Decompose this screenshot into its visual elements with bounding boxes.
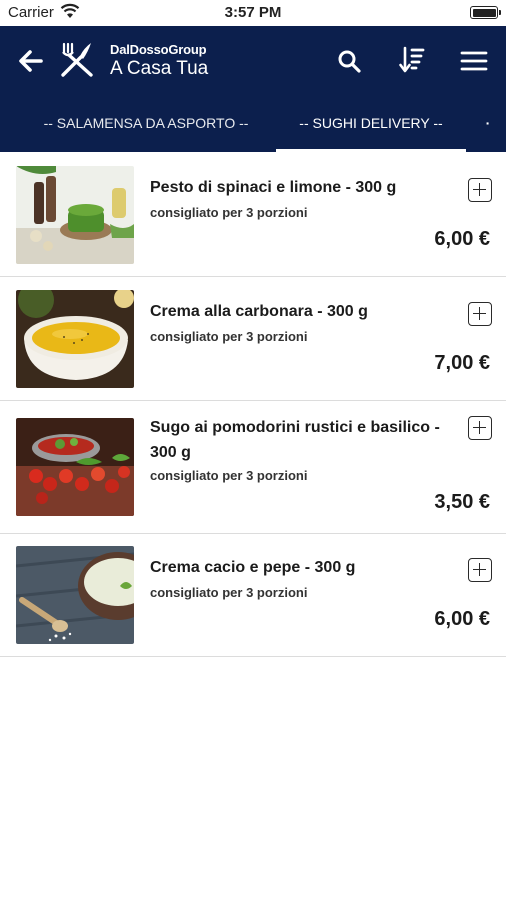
product-price: 6,00 €: [434, 608, 490, 630]
hamburger-menu-icon: [460, 51, 488, 71]
fork-knife-icon: [61, 42, 93, 77]
product-price: 6,00 €: [434, 228, 490, 250]
tab-label: -- SALAMENSA DA ASPORTO --: [43, 115, 249, 131]
product-portions: consigliato per 3 porzioni: [150, 329, 308, 344]
battery-icon: [470, 6, 498, 19]
category-tabs: -- SALAMENSA DA ASPORTO -- -- SUGHI DELI…: [0, 108, 506, 152]
cherry-tomato-sauce-photo: [16, 418, 134, 516]
status-bar: Carrier 3:57 PM: [0, 0, 506, 26]
search-button[interactable]: [332, 44, 366, 78]
back-arrow-icon: [19, 50, 43, 72]
menu-button[interactable]: [456, 44, 492, 78]
product-portions: consigliato per 3 porzioni: [150, 205, 308, 220]
list-item[interactable]: Crema cacio e pepe - 300 g consigliato p…: [0, 534, 506, 657]
product-portions: consigliato per 3 porzioni: [150, 468, 308, 483]
product-name: Sugo ai pomodorini rustici e basilico - …: [150, 419, 440, 461]
page-title: A Casa Tua: [110, 58, 209, 79]
product-name: Crema cacio e pepe - 300 g: [150, 559, 356, 576]
app-header: DalDossoGroup A Casa Tua -- SALAMENSA DA…: [0, 26, 506, 152]
product-portions: consigliato per 3 porzioni: [150, 585, 308, 600]
list-item[interactable]: Sugo ai pomodorini rustici e basilico - …: [0, 401, 506, 534]
cacio-pepe-cream-photo: [16, 546, 134, 644]
product-name: Crema alla carbonara - 300 g: [150, 303, 368, 320]
product-price: 3,50 €: [434, 491, 490, 513]
tab-sughi-delivery[interactable]: -- SUGHI DELIVERY --: [276, 108, 466, 152]
sort-button[interactable]: [394, 42, 430, 78]
pesto-photo: [16, 166, 134, 264]
add-to-cart-button[interactable]: [468, 178, 492, 202]
sort-icon: [399, 46, 425, 73]
tab-label: ·: [485, 115, 491, 131]
product-price: 7,00 €: [434, 352, 490, 374]
add-to-cart-button[interactable]: [468, 416, 492, 440]
product-list: Pesto di spinaci e limone - 300 g consig…: [0, 152, 506, 657]
search-icon: [338, 50, 361, 73]
battery-tip: [499, 10, 501, 15]
add-to-cart-button[interactable]: [468, 558, 492, 582]
clock: 3:57 PM: [224, 4, 282, 21]
list-item[interactable]: Pesto di spinaci e limone - 300 g consig…: [0, 152, 506, 277]
tab-label: -- SUGHI DELIVERY --: [299, 115, 443, 131]
back-button[interactable]: [14, 46, 48, 76]
product-name: Pesto di spinaci e limone - 300 g: [150, 179, 397, 196]
brand-name: DalDossoGroup: [110, 42, 207, 57]
tab-next[interactable]: ·: [478, 108, 498, 152]
carbonara-cream-photo: [16, 290, 134, 388]
list-item[interactable]: Crema alla carbonara - 300 g consigliato…: [0, 277, 506, 401]
add-to-cart-button[interactable]: [468, 302, 492, 326]
tab-salamensa-da-asporto[interactable]: -- SALAMENSA DA ASPORTO --: [30, 108, 262, 152]
